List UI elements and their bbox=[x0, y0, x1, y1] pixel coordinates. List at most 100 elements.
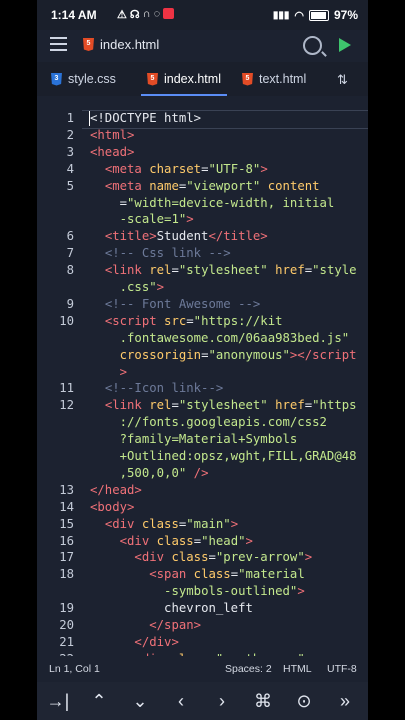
line-number: 18 bbox=[59, 567, 74, 582]
code-line[interactable]: 18 <span class="material bbox=[37, 566, 368, 583]
menu-icon[interactable] bbox=[50, 37, 67, 51]
indent-setting[interactable]: Spaces: 2 bbox=[225, 663, 272, 675]
code-text: > bbox=[119, 364, 128, 379]
shield-icon: ◌ bbox=[153, 8, 161, 20]
status-right: ▮▮▮ ◠ 97% bbox=[273, 8, 358, 22]
sync-icon: ☊ bbox=[129, 9, 140, 21]
code-line[interactable]: 17 <div class="prev-arrow"> bbox=[37, 549, 368, 566]
code-text: ://fonts.googleapis.com/css2 bbox=[119, 415, 327, 430]
html-file-icon: 5 bbox=[242, 72, 253, 86]
code-line[interactable]: ://fonts.googleapis.com/css2 bbox=[37, 414, 368, 431]
code-line[interactable]: 20 </span> bbox=[37, 617, 368, 634]
code-text: .css"> bbox=[119, 280, 165, 294]
code-line[interactable]: 13 </head> bbox=[37, 482, 368, 499]
arrow-up-key[interactable]: ⌃ bbox=[86, 688, 112, 714]
active-tab-indicator bbox=[141, 94, 227, 96]
line-number: 1 bbox=[66, 111, 74, 125]
tab-key[interactable]: →| bbox=[45, 688, 71, 714]
code-line[interactable]: 19 chevron_left bbox=[37, 600, 368, 617]
signal-icon: ▮▮▮ bbox=[272, 9, 290, 21]
code-text: <head> bbox=[90, 144, 135, 159]
code-line[interactable]: .fontawesome.com/06aa983bed.js" bbox=[37, 330, 368, 347]
arrow-down-key[interactable]: ⌄ bbox=[127, 688, 153, 714]
code-line[interactable]: 21 </div> bbox=[37, 634, 368, 651]
code-line[interactable]: 9 <!-- Font Awesome --> bbox=[37, 296, 368, 313]
code-line[interactable]: 8 <link rel="stylesheet" href="style bbox=[37, 262, 368, 279]
code-line[interactable]: ="width=device-width, initial bbox=[37, 195, 368, 212]
editor-status-bar: Ln 1, Col 1 Spaces: 2 HTML UTF-8 bbox=[37, 656, 368, 682]
cursor-position: Ln 1, Col 1 bbox=[49, 663, 100, 675]
html-file-icon: 5 bbox=[147, 72, 158, 86]
wifi-icon: ◠ bbox=[294, 9, 304, 22]
code-text: </head> bbox=[90, 482, 142, 497]
line-number: 6 bbox=[66, 229, 74, 244]
code-line[interactable]: 12 <link rel="stylesheet" href="https bbox=[37, 397, 368, 414]
notification-icons: ⚠ ☊ ∩ ◌ bbox=[117, 8, 175, 21]
arrow-left-key[interactable]: ‹ bbox=[168, 688, 194, 714]
battery-icon bbox=[308, 9, 329, 21]
search-icon[interactable] bbox=[303, 36, 322, 55]
file-encoding[interactable]: UTF-8 bbox=[327, 663, 357, 675]
code-line[interactable]: crossorigin="anonymous"></script bbox=[37, 347, 368, 364]
code-line[interactable]: 11 <!--Icon link--> bbox=[37, 380, 368, 397]
line-number: 16 bbox=[59, 533, 74, 548]
code-line[interactable]: 15 <div class="main"> bbox=[37, 516, 368, 533]
code-line[interactable]: -scale=1"> bbox=[37, 211, 368, 228]
code-text: <div class="prev-arrow"> bbox=[134, 550, 313, 565]
line-number: 3 bbox=[66, 144, 74, 159]
line-number: 9 bbox=[66, 296, 74, 311]
code-text: <title>Student</title> bbox=[104, 229, 268, 244]
code-text: <link rel="stylesheet" href="style bbox=[104, 263, 357, 278]
code-text: </div> bbox=[134, 634, 179, 649]
code-text: <script src="https://kit bbox=[104, 313, 283, 328]
tab-text-html[interactable]: 5 text.html bbox=[242, 62, 306, 96]
code-text: chevron_left bbox=[164, 601, 253, 616]
arrow-right-key[interactable]: › bbox=[209, 688, 235, 714]
code-line[interactable]: 3 <head> bbox=[37, 144, 368, 161]
code-line[interactable]: ?family=Material+Symbols bbox=[37, 431, 368, 448]
tab-label: index.html bbox=[164, 72, 221, 86]
code-line[interactable]: 5 <meta name="viewport" content bbox=[37, 178, 368, 195]
code-text: </span> bbox=[149, 618, 202, 632]
code-editor[interactable]: 1 <!DOCTYPE html> 2 <html> 3 <head> 4 <meta ch… bbox=[37, 104, 368, 683]
code-line[interactable]: 1 <!DOCTYPE html> bbox=[37, 110, 368, 127]
code-line[interactable]: -symbols-outlined"> bbox=[37, 583, 368, 600]
code-text: <meta charset="UTF-8"> bbox=[104, 161, 268, 176]
code-line[interactable]: .css"> bbox=[37, 279, 368, 296]
line-number: 7 bbox=[66, 246, 74, 261]
code-line[interactable]: 6 <title>Student</title> bbox=[37, 228, 368, 245]
code-line[interactable]: 14 <body> bbox=[37, 499, 368, 516]
language-mode[interactable]: HTML bbox=[283, 663, 312, 675]
code-line[interactable]: 2 <html> bbox=[37, 127, 368, 144]
status-bar: 1:14 AM ⚠ ☊ ∩ ◌ ▮▮▮ ◠ 97% bbox=[37, 0, 368, 30]
title-bar: 5 index.html bbox=[37, 30, 368, 60]
code-text: crossorigin="anonymous"></script bbox=[119, 347, 357, 362]
next-key[interactable]: » bbox=[332, 688, 358, 714]
code-text: <div class="main"> bbox=[104, 516, 239, 531]
settings-key[interactable]: ⊙ bbox=[291, 688, 317, 714]
code-line[interactable]: 4 <meta charset="UTF-8"> bbox=[37, 161, 368, 178]
code-text: ,500,0,0" /> bbox=[119, 465, 209, 480]
code-text: -scale=1"> bbox=[119, 212, 194, 227]
line-number: 14 bbox=[59, 499, 74, 514]
code-line[interactable]: 10 <script src="https://kit bbox=[37, 313, 368, 330]
line-number: 19 bbox=[59, 601, 74, 616]
line-number: 21 bbox=[59, 634, 74, 649]
sort-icon[interactable]: ⇅ bbox=[337, 72, 355, 87]
tab-style-css[interactable]: 3 style.css bbox=[51, 62, 116, 96]
code-line[interactable]: 7 <!-- Css link --> bbox=[37, 245, 368, 262]
line-number: 4 bbox=[66, 161, 74, 176]
css-file-icon: 3 bbox=[51, 72, 62, 86]
code-line[interactable]: +Outlined:opsz,wght,FILL,GRAD@48 bbox=[37, 448, 368, 465]
headset-icon: ∩ bbox=[142, 8, 151, 20]
code-text: <meta name="viewport" content bbox=[104, 178, 320, 193]
code-line[interactable]: 16 <div class="head"> bbox=[37, 533, 368, 550]
line-number: 13 bbox=[59, 482, 74, 497]
code-text: <!DOCTYPE html> bbox=[90, 111, 202, 125]
code-line[interactable]: ,500,0,0" /> bbox=[37, 465, 368, 482]
file-tabs: 3 style.css 5 index.html 5 text.html ⇅ bbox=[37, 62, 368, 96]
code-line[interactable]: > bbox=[37, 364, 368, 381]
command-key[interactable]: ⌘ bbox=[250, 688, 276, 714]
tab-index-html[interactable]: 5 index.html bbox=[141, 62, 227, 96]
run-icon[interactable] bbox=[339, 38, 351, 52]
